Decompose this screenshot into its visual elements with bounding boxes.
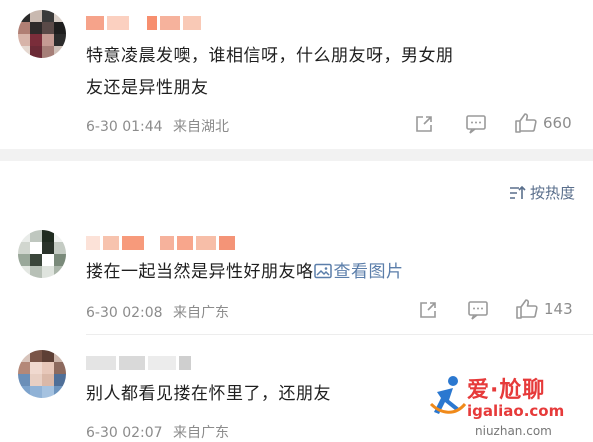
comment-text-body: 搂在一起当然是异性好朋友咯 (86, 262, 314, 282)
comment-text-line-1: 特意凌晨发噢，谁相信呀，什么朋友呀，男女朋 (86, 46, 454, 66)
avatar[interactable] (18, 230, 66, 278)
avatar[interactable] (18, 10, 66, 58)
timestamp: 6-30 01:44 (86, 119, 163, 135)
timestamp: 6-30 02:08 (86, 305, 163, 321)
thumbs-up-icon (515, 113, 537, 133)
username-blurred[interactable] (86, 356, 191, 370)
reply-button[interactable] (467, 300, 489, 320)
username-blurred[interactable] (86, 236, 235, 250)
comment-meta: 6-30 02:08 来自广东 (86, 302, 229, 322)
comment-meta: 6-30 02:07 来自广东 (86, 422, 229, 442)
sort-label: 按热度 (529, 184, 575, 202)
thumbs-up-icon (516, 299, 538, 319)
like-button[interactable]: 660 (514, 112, 572, 134)
share-button[interactable] (414, 114, 434, 134)
sort-by-hot-button[interactable]: 按热度 (508, 182, 575, 203)
timestamp: 6-30 02:07 (86, 425, 163, 441)
runner-logo-icon (429, 376, 467, 414)
comment-text: 别人都看见搂在怀里了，还朋友 (86, 378, 416, 410)
location: 来自广东 (173, 305, 230, 321)
watermark-title: 爱·尬聊 (467, 378, 546, 403)
comment-text: 搂在一起当然是异性好朋友咯 查看图片 (86, 256, 576, 288)
watermark-logo: 爱·尬聊 igaliao.com niuzhan.com (427, 370, 587, 442)
comment-divider (86, 334, 593, 335)
avatar[interactable] (18, 350, 66, 398)
like-count: 660 (543, 114, 572, 132)
share-icon (416, 116, 432, 132)
like-button[interactable]: 143 (515, 298, 573, 320)
comment-icon (468, 301, 488, 320)
share-button[interactable] (418, 300, 438, 320)
username-blurred[interactable] (86, 16, 201, 30)
watermark-url: igaliao.com (467, 402, 565, 420)
location: 来自湖北 (173, 119, 230, 135)
comment-thread: 特意凌晨发噢，谁相信呀，什么朋友呀，男女朋 友还是异性朋友 6-30 01:44… (0, 0, 593, 442)
comment-icon (466, 115, 486, 134)
comment-meta: 6-30 01:44 来自湖北 (86, 116, 229, 136)
watermark-url-secondary: niuzhan.com (475, 424, 552, 438)
share-icon (420, 302, 436, 318)
section-divider (0, 149, 593, 161)
location: 来自广东 (173, 425, 230, 441)
comment-text-body: 别人都看见搂在怀里了，还朋友 (86, 384, 331, 404)
like-count: 143 (544, 300, 573, 318)
view-image-link[interactable]: 查看图片 (313, 262, 404, 282)
reply-button[interactable] (465, 114, 487, 134)
comment-text-line-2: 友还是异性朋友 (86, 78, 209, 98)
image-icon (313, 263, 332, 279)
sort-icon (509, 185, 526, 199)
comment-text: 特意凌晨发噢，谁相信呀，什么朋友呀，男女朋 友还是异性朋友 (86, 40, 576, 104)
view-image-label: 查看图片 (333, 262, 404, 282)
